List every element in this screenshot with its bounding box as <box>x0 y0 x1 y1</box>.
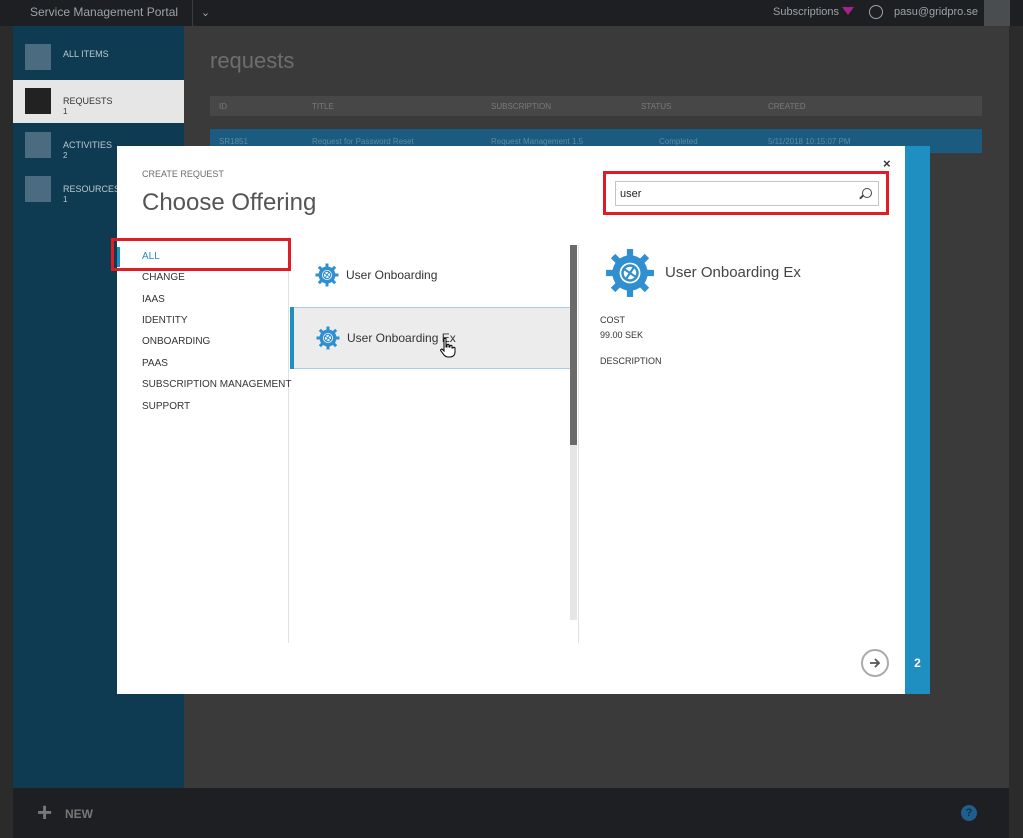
nav-item-label: RESOURCES <box>63 184 121 194</box>
close-icon[interactable]: × <box>883 156 891 171</box>
row-status: Completed <box>659 137 698 146</box>
bottom-bar: + NEW ? <box>13 788 1009 838</box>
offering-details: User Onboarding Ex COST 99.00 SEK DESCRI… <box>579 245 905 643</box>
column-header[interactable]: TITLE <box>312 102 334 111</box>
nav-item-count: 2 <box>63 151 68 160</box>
row-title: Request for Password Reset <box>312 137 414 146</box>
category-change[interactable]: CHANGE <box>142 272 185 283</box>
row-created: 5/11/2018 10:15:07 PM <box>768 137 851 146</box>
offering-label: User Onboarding <box>346 268 438 282</box>
page-title: requests <box>210 48 295 73</box>
nav-item-count: 1 <box>63 195 68 204</box>
category-subscription-management[interactable]: SUBSCRIPTION MANAGEMENT <box>142 379 291 390</box>
nav-item-count: 1 <box>63 107 68 116</box>
gear-globe-icon <box>315 263 339 287</box>
category-identity[interactable]: IDENTITY <box>142 315 188 326</box>
requests-icon <box>25 88 51 114</box>
avatar[interactable] <box>984 0 1010 26</box>
arrow-right-icon <box>870 658 881 668</box>
category-support[interactable]: SUPPORT <box>142 401 190 412</box>
offering-user-onboarding[interactable]: User Onboarding <box>290 245 571 307</box>
hand-cursor-icon <box>440 338 456 358</box>
step-number: 2 <box>914 656 921 670</box>
search-highlight-box <box>603 171 889 215</box>
user-email[interactable]: pasu@gridpro.se <box>894 6 978 18</box>
category-list: ALL CHANGE IAAS IDENTITY ONBOARDING PAAS… <box>117 245 291 643</box>
dialog-step-strip: 2 <box>905 146 930 694</box>
resources-icon <box>25 176 51 202</box>
column-header[interactable]: STATUS <box>641 102 671 111</box>
selected-offering-indicator <box>290 307 294 369</box>
dialog-title: Choose Offering <box>142 189 317 216</box>
cost-label: COST <box>600 315 626 325</box>
cost-value: 99.00 SEK <box>600 330 644 340</box>
nav-item-label: ACTIVITIES <box>63 140 113 150</box>
create-request-label: CREATE REQUEST <box>142 169 224 179</box>
category-iaas[interactable]: IAAS <box>142 294 165 305</box>
row-id: SR1851 <box>219 137 248 146</box>
offering-detail-name: User Onboarding Ex <box>665 264 801 281</box>
description-label: DESCRIPTION <box>600 356 662 366</box>
nav-item-all-items[interactable]: ALL ITEMS <box>13 36 184 79</box>
subscriptions-link[interactable]: Subscriptions <box>773 6 839 18</box>
row-subscription: Request Management 1.5 <box>491 137 584 146</box>
grid-header: ID TITLE SUBSCRIPTION STATUS CREATED <box>210 96 982 116</box>
new-button[interactable]: NEW <box>65 807 93 821</box>
next-button[interactable] <box>861 649 889 677</box>
nav-item-label: REQUESTS <box>63 96 113 106</box>
nav-item-requests[interactable]: REQUESTS 1 <box>13 80 184 123</box>
gear-globe-icon <box>606 249 654 297</box>
column-header[interactable]: ID <box>219 102 227 111</box>
offering-list: User Onboarding User Onboarding Ex <box>290 245 571 643</box>
scrollbar-thumb[interactable] <box>570 245 577 445</box>
activities-icon <box>25 132 51 158</box>
column-header[interactable]: SUBSCRIPTION <box>491 102 551 111</box>
offering-user-onboarding-ex[interactable]: User Onboarding Ex <box>290 307 571 369</box>
plus-icon[interactable]: + <box>37 799 52 825</box>
top-bar: Service Management Portal ⌄ Subscription… <box>0 0 1023 26</box>
portal-brand[interactable]: Service Management Portal <box>30 5 178 19</box>
category-paas[interactable]: PAAS <box>142 358 168 369</box>
category-highlight-box <box>111 238 291 271</box>
grid-icon <box>25 44 51 70</box>
chevron-down-icon[interactable]: ⌄ <box>192 0 218 26</box>
column-header[interactable]: CREATED <box>768 102 806 111</box>
globe-icon[interactable] <box>869 5 883 19</box>
nav-item-label: ALL ITEMS <box>63 49 109 59</box>
help-icon[interactable]: ? <box>961 805 977 821</box>
filter-icon[interactable] <box>842 7 854 15</box>
category-onboarding[interactable]: ONBOARDING <box>142 336 210 347</box>
gear-globe-icon <box>316 326 340 350</box>
